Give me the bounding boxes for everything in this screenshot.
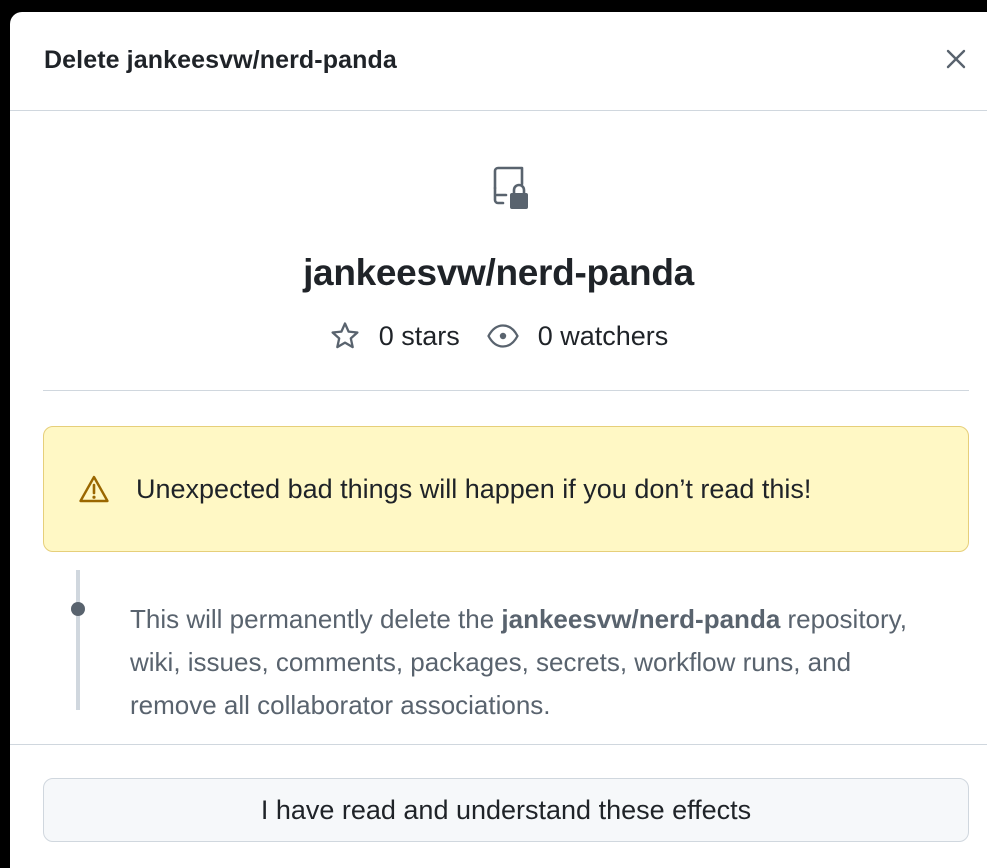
eye-icon — [487, 324, 519, 348]
effects-item: This will permanently delete the jankees… — [130, 598, 930, 727]
close-button[interactable] — [939, 42, 973, 76]
confirm-effects-button[interactable]: I have read and understand these effects — [43, 778, 969, 842]
watchers-count: 0 watchers — [537, 320, 669, 351]
footer-divider — [10, 744, 987, 745]
warning-text: Unexpected bad things will happen if you… — [136, 473, 812, 504]
repo-name: jankeesvw/nerd-panda — [303, 252, 694, 293]
delete-repo-dialog: Delete jankeesvw/nerd-panda jankeesvw/ne… — [10, 12, 987, 868]
effects-list: This will permanently delete the jankees… — [71, 570, 960, 720]
x-icon — [946, 49, 966, 69]
warning-flash: Unexpected bad things will happen if you… — [43, 426, 969, 552]
alert-triangle-icon — [79, 475, 109, 503]
dialog-title: Delete jankeesvw/nerd-panda — [44, 46, 397, 74]
stars-stat: 0 stars — [329, 320, 460, 352]
bullet-dot — [71, 602, 85, 616]
repo-stats: 0 stars 0 watchers — [10, 320, 987, 352]
divider — [43, 390, 969, 391]
dialog-header: Delete jankeesvw/nerd-panda — [10, 12, 987, 111]
star-icon — [331, 322, 359, 349]
stars-count: 0 stars — [378, 320, 460, 351]
repo-locked-icon — [493, 166, 528, 209]
effects-prefix: This will permanently delete the — [130, 604, 502, 634]
effects-repo-name: jankeesvw/nerd-panda — [501, 604, 781, 634]
watchers-stat: 0 watchers — [486, 320, 669, 352]
